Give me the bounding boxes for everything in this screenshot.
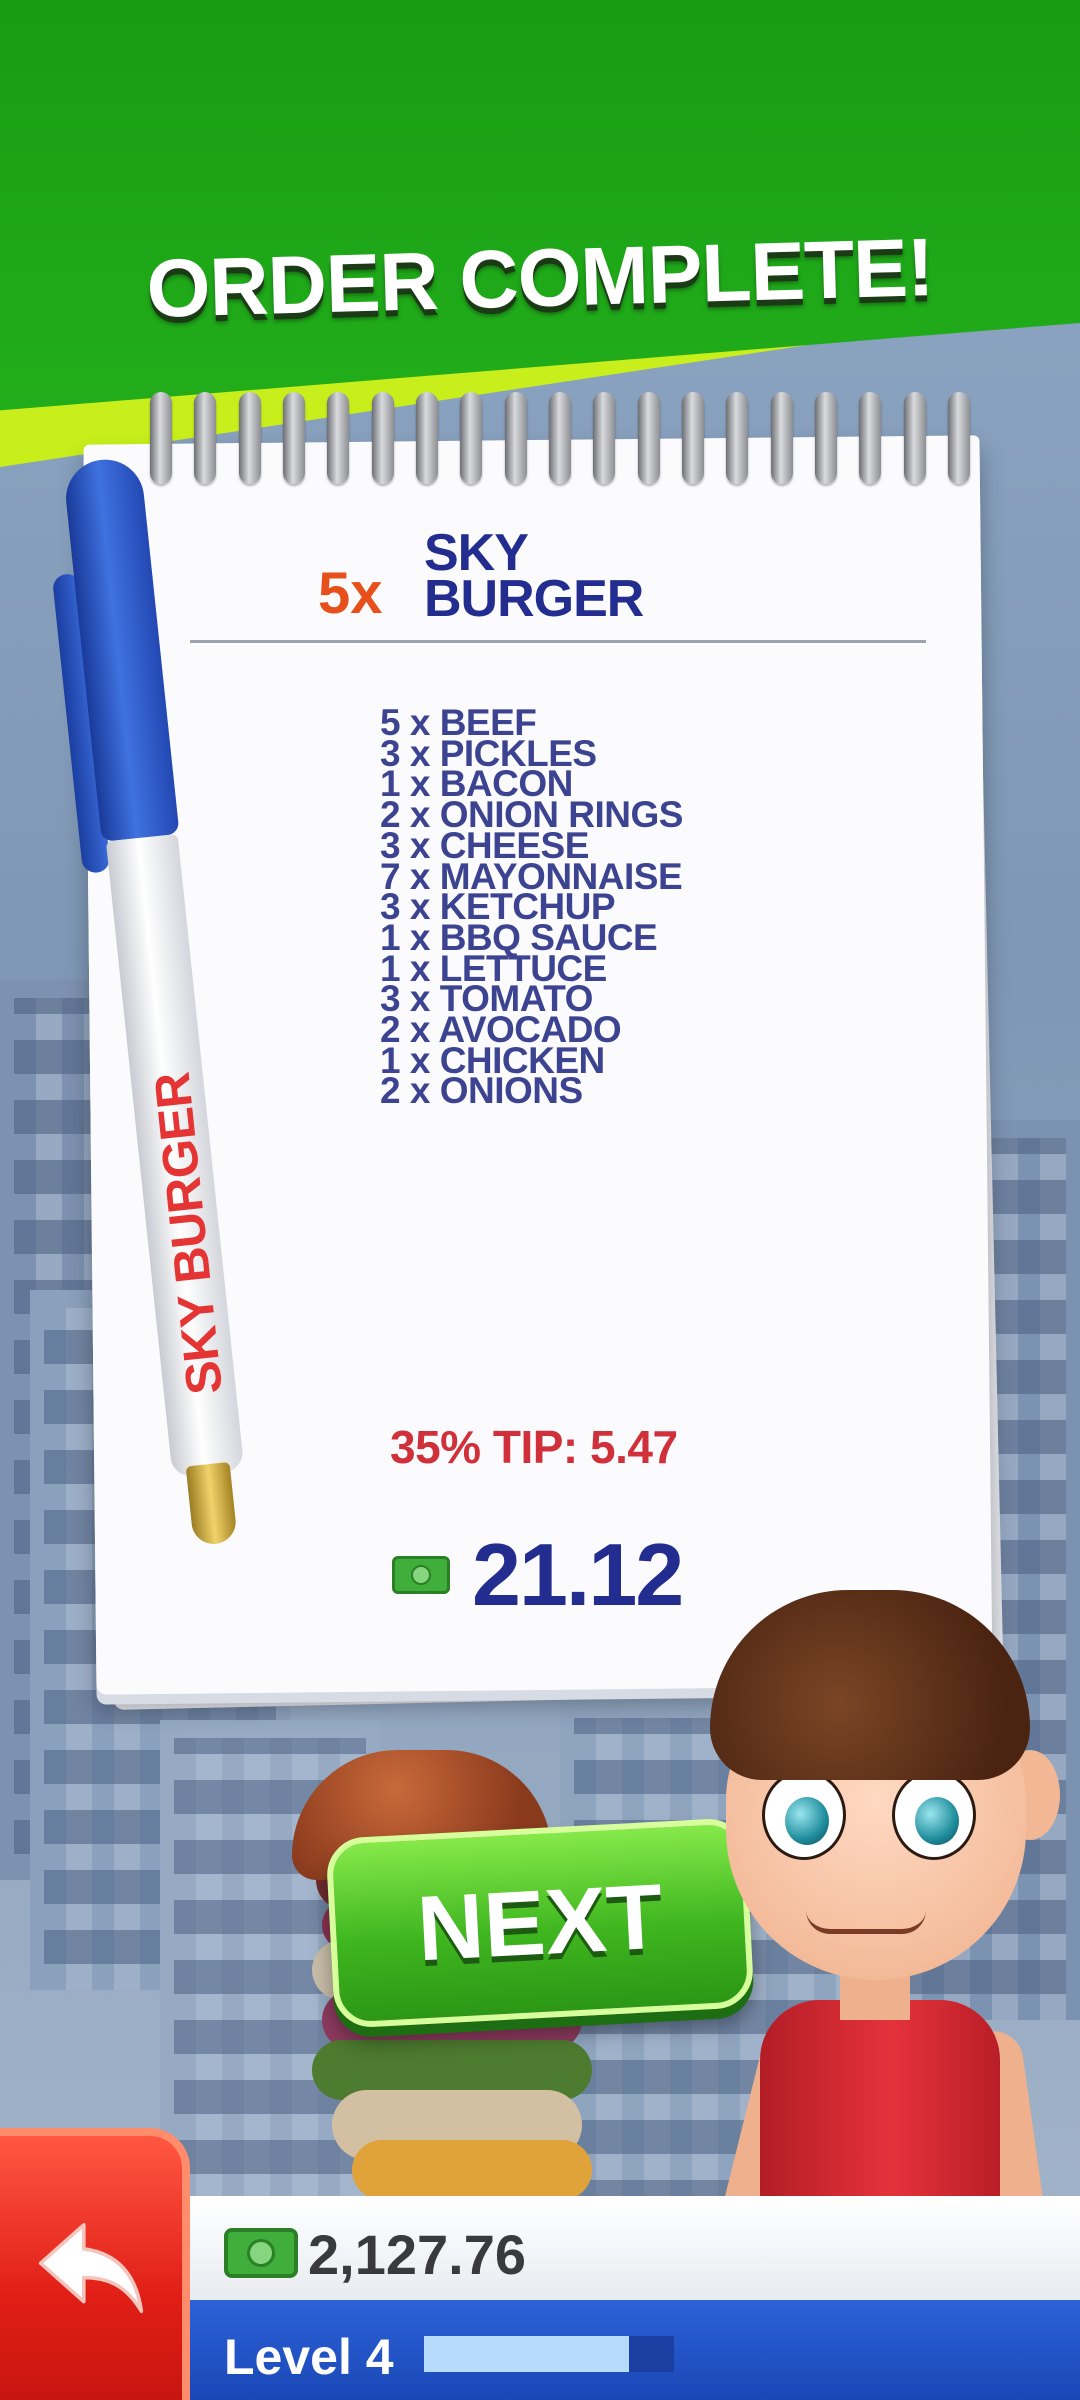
notepad-spiral: [150, 392, 970, 492]
order-total-row: 21.12: [392, 1524, 684, 1626]
order-total: 21.12: [472, 1525, 684, 1624]
header-banner: [0, 0, 1080, 412]
character-hair: [710, 1590, 1030, 1780]
character-eye: [892, 1770, 976, 1860]
level-progress-fill: [424, 2336, 629, 2372]
pen-tip: [185, 1461, 238, 1547]
character-mouth: [806, 1910, 926, 1934]
back-arrow-icon: [38, 2223, 144, 2313]
level-label: Level 4: [224, 2329, 394, 2385]
cash-icon: [224, 2228, 298, 2278]
cash-icon: [392, 1556, 450, 1594]
order-quantity: 5x: [318, 561, 383, 626]
level-progress-bar: [424, 2336, 674, 2372]
pen-brand-label: SKY BURGER: [144, 1070, 233, 1397]
tip-text: 35% TIP: 5.47: [390, 1421, 678, 1473]
ingredient-list: 5 x BEEF 3 x PICKLES 1 x BACON 2 x ONION…: [380, 704, 683, 1112]
ingredient-item: 2 x ONIONS: [380, 1070, 583, 1112]
back-button[interactable]: [0, 2128, 190, 2400]
character-eye: [762, 1770, 846, 1860]
order-burger-name: SKY BURGER: [424, 524, 644, 628]
next-button[interactable]: NEXT: [325, 1817, 755, 2029]
notepad-divider: [190, 640, 926, 643]
money-balance: 2,127.76: [308, 2223, 526, 2286]
